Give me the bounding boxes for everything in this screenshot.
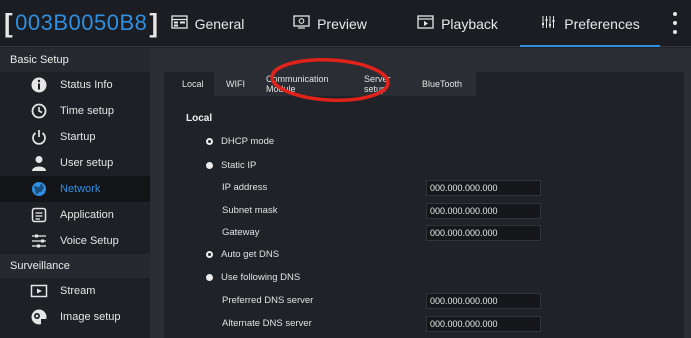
sidebar-item-status-info[interactable]: Status Info xyxy=(0,72,150,98)
sidebar-item-label: Network xyxy=(60,183,101,195)
sidebar-item-label: Voice Setup xyxy=(60,235,119,247)
subnet-mask-field[interactable] xyxy=(426,203,541,219)
application-icon xyxy=(30,206,48,224)
sidebar-item-stream[interactable]: Stream xyxy=(0,278,150,304)
sidebar-item-user-setup[interactable]: User setup xyxy=(0,150,150,176)
sidebar-item-startup[interactable]: Startup xyxy=(0,124,150,150)
preferred-dns-field[interactable] xyxy=(426,293,541,309)
preferred-dns-label: Preferred DNS server xyxy=(222,295,314,306)
tab-preferences[interactable]: Preferences xyxy=(520,0,660,47)
dhcp-mode-radio[interactable] xyxy=(206,138,213,145)
following-dns-radio[interactable] xyxy=(206,274,213,281)
subnet-mask-label: Subnet mask xyxy=(222,205,278,216)
sidebar-group-basic-setup: Basic Setup xyxy=(0,48,150,72)
dhcp-mode-label: DHCP mode xyxy=(221,136,275,147)
clock-icon xyxy=(30,102,48,120)
gateway-label: Gateway xyxy=(222,227,260,238)
tab-playback-label: Playback xyxy=(441,15,498,32)
following-dns-label: Use following DNS xyxy=(221,272,301,283)
sidebar-group-surveillance: Surveillance xyxy=(0,254,150,278)
more-menu-icon[interactable] xyxy=(669,12,681,34)
static-ip-radio[interactable] xyxy=(206,162,213,169)
tab-general[interactable]: General xyxy=(150,0,265,47)
globe-icon xyxy=(30,180,48,198)
alternate-dns-field[interactable] xyxy=(426,316,541,332)
sidebar-item-label: Time setup xyxy=(60,105,115,117)
alternate-dns-label: Alternate DNS server xyxy=(222,318,312,329)
sidebar-item-label: Stream xyxy=(60,285,96,297)
general-icon xyxy=(170,15,188,32)
sidebar-item-time-setup[interactable]: Time setup xyxy=(0,98,150,124)
top-bar: [ 003B0050B8 ] General Preview Playback … xyxy=(0,0,691,47)
sidebar: Basic Setup Status Info Time setup Start… xyxy=(0,48,150,338)
tab-preview-label: Preview xyxy=(317,15,367,32)
sidebar-item-label: Status Info xyxy=(60,79,113,91)
sidebar-item-application[interactable]: Application xyxy=(0,202,150,228)
tab-preview[interactable]: Preview xyxy=(265,0,395,47)
sidebar-item-label: Startup xyxy=(60,131,96,143)
subtab-wifi[interactable]: WIFI xyxy=(214,72,262,96)
app-window: [ 003B0050B8 ] General Preview Playback … xyxy=(0,0,691,338)
gateway-field[interactable] xyxy=(426,225,541,241)
sidebar-item-label: Application xyxy=(60,209,114,221)
auto-dns-radio[interactable] xyxy=(206,251,213,258)
tab-preferences-label: Preferences xyxy=(564,15,640,32)
subtab-local[interactable]: Local xyxy=(164,72,214,96)
device-id: [ 003B0050B8 ] xyxy=(4,7,159,38)
image-setup-icon xyxy=(30,308,48,326)
sidebar-item-label: User setup xyxy=(60,157,114,169)
power-icon xyxy=(30,128,48,146)
main-tabs: General Preview Playback Preferences xyxy=(150,0,660,47)
subtab-bluetooth[interactable]: BlueTooth xyxy=(418,72,476,96)
sidebar-item-voice-setup[interactable]: Voice Setup xyxy=(0,228,150,254)
device-id-text: 003B0050B8 xyxy=(15,10,148,35)
main-panel: Local WIFI Communication Module Server s… xyxy=(150,48,691,338)
subtab-communication-module[interactable]: Communication Module xyxy=(262,72,362,96)
info-icon xyxy=(30,76,48,94)
sliders-icon xyxy=(30,232,48,250)
user-icon xyxy=(30,154,48,172)
static-ip-label: Static IP xyxy=(221,160,257,171)
tab-playback[interactable]: Playback xyxy=(395,0,520,47)
preferences-icon xyxy=(540,15,557,32)
auto-dns-label: Auto get DNS xyxy=(221,249,280,260)
stream-icon xyxy=(30,282,48,300)
tab-general-label: General xyxy=(194,15,245,32)
sidebar-item-label: Image setup xyxy=(60,311,121,323)
sidebar-item-image-setup[interactable]: Image setup xyxy=(0,304,150,330)
preview-icon xyxy=(293,15,310,32)
ip-address-field[interactable] xyxy=(426,180,541,196)
playback-icon xyxy=(417,15,434,32)
ip-address-label: IP address xyxy=(222,182,268,193)
sub-tabs: Local WIFI Communication Module Server s… xyxy=(164,72,476,96)
subtab-server-setup[interactable]: Server setup xyxy=(362,72,418,96)
section-title: Local xyxy=(186,113,213,124)
sidebar-item-network[interactable]: Network xyxy=(0,176,150,202)
